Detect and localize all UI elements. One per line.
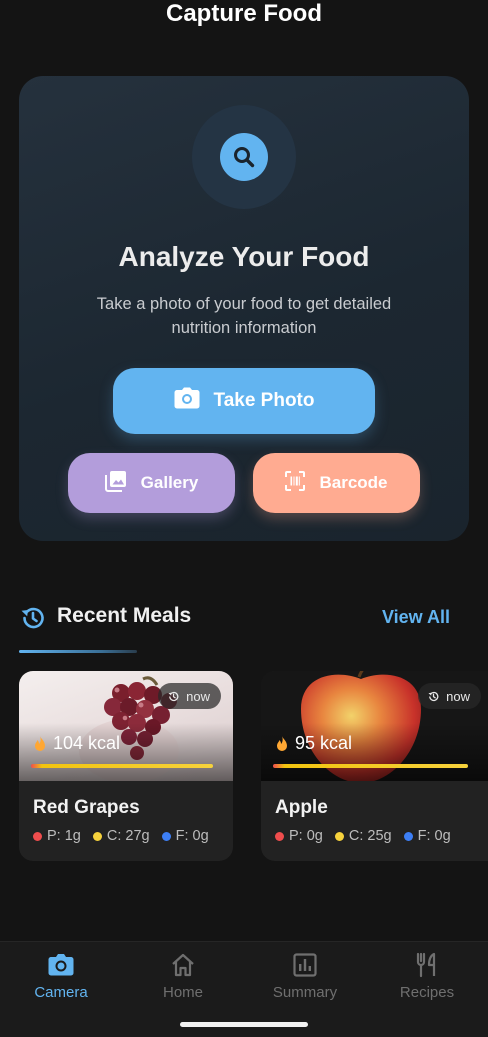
chart-icon [293,953,317,977]
meal-name: Apple [275,797,328,818]
fat-macro: F: 0g [403,828,451,844]
recent-meals-title: Recent Meals [57,604,192,627]
calories-label: 95 kcal [274,733,352,754]
nav-item-summary[interactable]: Summary [244,952,366,1006]
meal-name: Red Grapes [33,797,140,818]
nav-label-summary: Summary [272,984,338,1001]
gallery-icon [104,470,127,497]
time-badge: now [158,683,221,709]
recent-meals-header: Recent Meals View All [19,600,469,636]
fat-value: F: 0g [175,828,209,844]
protein-macro: P: 0g [275,828,323,844]
camera-icon [48,954,74,976]
page-title: Capture Food [166,0,322,27]
bottom-nav: Camera Home Summary Recipes [0,941,488,1037]
gallery-label: Gallery [140,473,199,492]
analyze-description: Take a photo of your food to get detaile… [96,295,392,337]
calories-value: 95 kcal [295,733,353,753]
meal-card[interactable]: now 104 kcal Red Grapes P: 1g C: 27g F: … [19,671,233,861]
analyze-heading: Analyze Your Food [118,241,370,272]
carbs-value: C: 27g [106,828,150,844]
fat-macro: F: 0g [161,828,209,844]
calories-label: 104 kcal [32,733,120,754]
calorie-progress-bar [273,764,468,768]
nav-item-recipes[interactable]: Recipes [366,952,488,1006]
home-indicator [180,1022,308,1027]
nav-label-camera: Camera [34,984,88,1001]
carbs-value: C: 25g [348,828,392,844]
protein-value: P: 0g [289,828,323,844]
calorie-progress-bar [31,764,213,768]
meal-card[interactable]: now 95 kcal Apple P: 0g C: 25g F: 0g [261,671,488,861]
protein-value: P: 1g [47,828,81,844]
barcode-label: Barcode [319,473,388,492]
barcode-scan-icon [285,470,306,496]
red-grapes-image: now 104 kcal [19,671,233,781]
nav-label-recipes: Recipes [399,984,455,1001]
flame-icon [277,735,287,751]
take-photo-label: Take Photo [213,390,315,411]
fat-value: F: 0g [417,828,451,844]
camera-icon [174,387,200,415]
barcode-button[interactable]: Barcode [253,453,420,513]
gallery-button[interactable]: Gallery [68,453,235,513]
macro-summary: P: 0g C: 25g F: 0g [275,828,451,844]
search-icon [220,133,268,181]
analyze-icon-circle [192,105,296,209]
analyze-card: Analyze Your Food Take a photo of your f… [19,76,469,541]
protein-macro: P: 1g [33,828,81,844]
time-badge-label: now [446,688,470,704]
macro-summary: P: 1g C: 27g F: 0g [33,828,209,844]
nav-label-home: Home [162,984,203,1001]
take-photo-button[interactable]: Take Photo [113,368,375,434]
history-icon [19,604,47,637]
history-icon [168,691,179,701]
time-badge: now [418,683,481,709]
nav-item-camera[interactable]: Camera [0,952,122,1006]
carbs-macro: C: 25g [334,828,392,844]
home-icon [172,953,194,977]
nav-item-home[interactable]: Home [122,952,244,1006]
history-icon [428,691,439,701]
flame-icon [35,735,45,751]
utensils-icon [416,952,436,978]
section-underline [19,650,137,653]
view-all-link[interactable]: View All [382,607,450,628]
time-badge-label: now [186,688,210,704]
calories-value: 104 kcal [53,733,121,753]
carbs-macro: C: 27g [92,828,150,844]
apple-image: now 95 kcal [261,671,488,781]
